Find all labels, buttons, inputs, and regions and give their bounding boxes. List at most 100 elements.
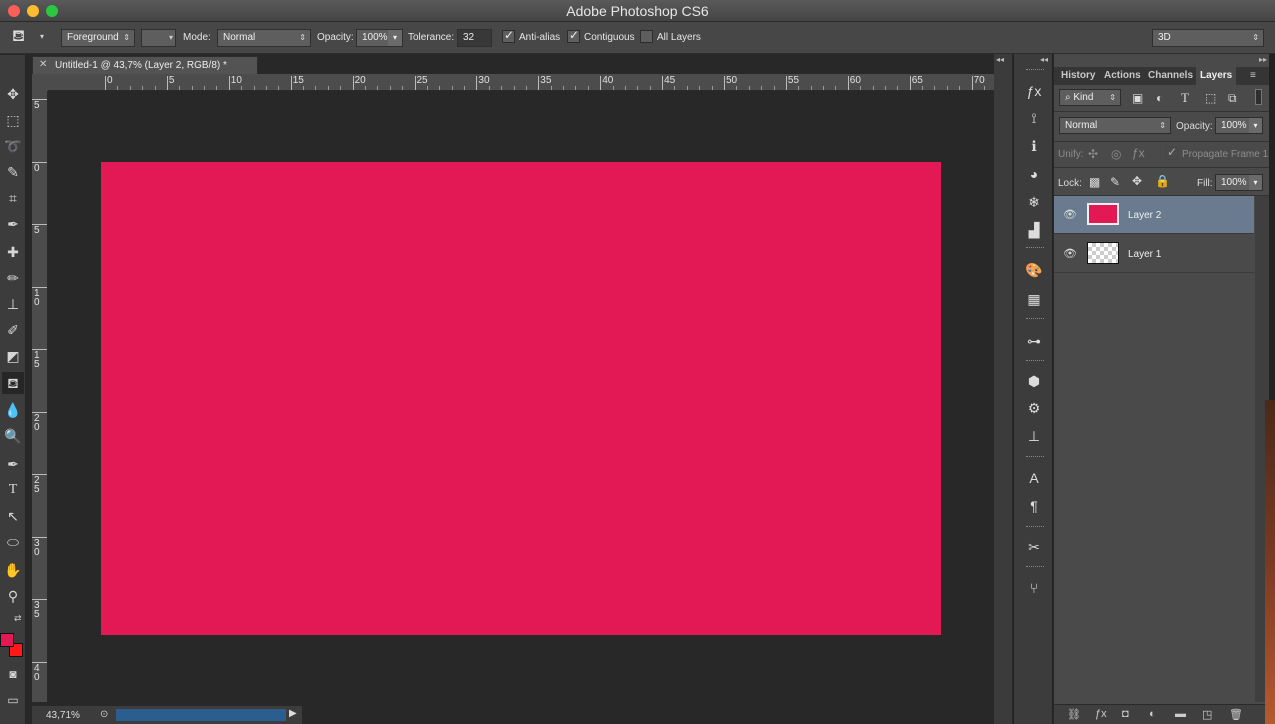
- dock-grip[interactable]: [1026, 247, 1044, 250]
- history-brush-tool-icon[interactable]: ✐: [2, 319, 24, 341]
- tab-channels[interactable]: Channels: [1148, 70, 1193, 81]
- tab-layers[interactable]: Layers: [1196, 67, 1237, 85]
- swatches-icon[interactable]: 🎨: [1023, 259, 1045, 281]
- paragraph-icon[interactable]: ¶: [1023, 495, 1045, 517]
- all-layers-checkbox[interactable]: [640, 30, 653, 43]
- navigator-icon[interactable]: ◕: [1023, 163, 1045, 185]
- styles-fx-icon[interactable]: ƒx: [1023, 80, 1045, 102]
- dock-grip[interactable]: [1026, 360, 1044, 363]
- paint-bucket-tool-preset-icon[interactable]: ⛾: [12, 27, 25, 47]
- paths-icon[interactable]: ⟟: [1023, 107, 1045, 129]
- expand-arrows-icon[interactable]: ◂◂: [1040, 55, 1048, 64]
- layer-fill-field[interactable]: 100% ▾: [1215, 174, 1263, 191]
- lock-all-icon[interactable]: 🔒: [1155, 174, 1170, 188]
- swap-colors-icon[interactable]: ⇄: [14, 613, 22, 624]
- brush-tool-icon[interactable]: ✏: [2, 267, 24, 289]
- chevron-down-icon[interactable]: ▾: [388, 30, 402, 46]
- crop-tool-icon[interactable]: ⌗: [2, 187, 24, 209]
- dock-grip[interactable]: [1026, 456, 1044, 459]
- filter-shape-icon[interactable]: ⬚: [1205, 91, 1216, 105]
- pattern-picker[interactable]: ▾: [141, 29, 176, 47]
- new-layer-icon[interactable]: ◳: [1202, 708, 1212, 721]
- contiguous-checkbox[interactable]: [567, 28, 580, 43]
- play-arrow-icon[interactable]: ▶: [289, 708, 297, 719]
- paint-bucket-tool-icon[interactable]: ⛾: [2, 372, 24, 394]
- tool-presets-icon[interactable]: ✂: [1023, 536, 1045, 558]
- clone-stamp-tool-icon[interactable]: ⊥: [2, 293, 24, 315]
- histogram-icon[interactable]: ▟: [1023, 219, 1045, 241]
- dodge-tool-icon[interactable]: 🔍: [2, 425, 24, 447]
- blur-tool-icon[interactable]: 💧: [2, 399, 24, 421]
- close-icon[interactable]: ✕: [39, 59, 47, 70]
- mode-select[interactable]: Normal ⇕: [217, 29, 311, 47]
- dock-grip[interactable]: [1026, 318, 1044, 321]
- ellipse-tool-icon[interactable]: ⬭: [2, 531, 24, 553]
- layer-style-icon[interactable]: ƒx: [1095, 708, 1107, 720]
- eye-icon[interactable]: 👁: [1063, 208, 1077, 221]
- filter-adjustment-icon[interactable]: ◐: [1156, 91, 1163, 105]
- adjustments-icon[interactable]: ⊶: [1023, 330, 1045, 352]
- adjustment-layer-icon[interactable]: ◐: [1149, 708, 1156, 720]
- document-tab[interactable]: ✕ Untitled-1 @ 43,7% (Layer 2, RGB/8) *: [32, 56, 258, 74]
- ruler-origin[interactable]: [32, 74, 48, 91]
- eraser-tool-icon[interactable]: ◩: [2, 345, 24, 367]
- dock-grip[interactable]: [1026, 526, 1044, 529]
- chevron-down-icon[interactable]: ▾: [1249, 118, 1262, 133]
- horizontal-ruler[interactable]: 0 5 10 15 20 25 30 35 40 45 50 55 60 65 70: [48, 74, 994, 91]
- collapse-arrows-icon[interactable]: ▸▸: [1259, 55, 1267, 64]
- screen-mode-icon[interactable]: ▭: [2, 689, 24, 711]
- 3d-icon[interactable]: ⬢: [1023, 370, 1045, 392]
- blend-mode-select[interactable]: Normal ⇕: [1059, 117, 1171, 134]
- character-icon[interactable]: A: [1023, 467, 1045, 489]
- lock-transparent-icon[interactable]: ▩: [1089, 175, 1100, 189]
- quick-mask-icon[interactable]: ◙: [2, 663, 24, 685]
- dock-grip[interactable]: [1026, 69, 1044, 72]
- workspace-select[interactable]: 3D ⇕: [1152, 29, 1264, 47]
- chevron-down-icon[interactable]: ▾: [1249, 175, 1262, 190]
- lasso-tool-icon[interactable]: ➰: [2, 135, 24, 157]
- brush-presets-icon[interactable]: ❄: [1023, 191, 1045, 213]
- properties-icon[interactable]: ⚙: [1023, 397, 1045, 419]
- pen-tool-icon[interactable]: ✒: [2, 453, 24, 475]
- zoom-tool-icon[interactable]: ⚲: [2, 585, 24, 607]
- clone-source-icon[interactable]: ⊥: [1023, 425, 1045, 447]
- panel-menu-icon[interactable]: ≡: [1250, 70, 1256, 81]
- marquee-tool-icon[interactable]: ⬚: [2, 109, 24, 131]
- layer-name[interactable]: Layer 1: [1128, 249, 1161, 260]
- info-icon[interactable]: ℹ: [1023, 135, 1045, 157]
- propagate-frame-checkbox[interactable]: [1165, 145, 1178, 160]
- filter-toggle[interactable]: [1255, 89, 1262, 105]
- path-selection-tool-icon[interactable]: ↖: [2, 505, 24, 527]
- eye-icon[interactable]: 👁: [1063, 247, 1077, 260]
- quick-selection-tool-icon[interactable]: ✎: [2, 161, 24, 183]
- add-mask-icon[interactable]: ◘: [1122, 708, 1129, 720]
- tolerance-field[interactable]: 32: [457, 29, 492, 47]
- zoom-level[interactable]: 43,71%: [46, 710, 80, 721]
- filter-type-icon[interactable]: T: [1181, 90, 1189, 106]
- lock-pixels-icon[interactable]: ✎: [1110, 175, 1120, 189]
- tab-history[interactable]: History: [1061, 70, 1095, 81]
- type-tool-icon[interactable]: T: [2, 479, 24, 501]
- healing-brush-tool-icon[interactable]: ✚: [2, 241, 24, 263]
- antialias-checkbox[interactable]: [502, 28, 515, 43]
- filter-pixel-icon[interactable]: ▣: [1132, 91, 1143, 105]
- trash-icon[interactable]: 🗑: [1229, 708, 1243, 721]
- link-layers-icon[interactable]: ⛓: [1067, 708, 1081, 721]
- layer-opacity-field[interactable]: 100% ▾: [1215, 117, 1263, 134]
- filter-smart-object-icon[interactable]: ⧉: [1228, 91, 1237, 106]
- hand-tool-icon[interactable]: ✋: [2, 559, 24, 581]
- brush-icon[interactable]: ⑂: [1023, 577, 1045, 599]
- unify-visibility-icon[interactable]: ◎: [1111, 147, 1121, 161]
- filter-kind-select[interactable]: ⌕ Kind ⇕: [1059, 89, 1121, 106]
- unify-position-icon[interactable]: ✣: [1088, 147, 1098, 161]
- unify-style-icon[interactable]: ƒx: [1132, 146, 1145, 160]
- dock-grip[interactable]: [1026, 566, 1044, 569]
- move-tool-icon[interactable]: ✥: [2, 83, 24, 105]
- layer-name[interactable]: Layer 2: [1128, 210, 1161, 221]
- layer-row[interactable]: 👁 Layer 2: [1054, 196, 1254, 234]
- opacity-field[interactable]: 100% ▾: [356, 29, 403, 47]
- document-info-icon[interactable]: ⊙: [100, 709, 108, 720]
- fill-source-select[interactable]: Foreground ⇕: [61, 29, 135, 47]
- color-grid-icon[interactable]: ▦: [1023, 288, 1045, 310]
- layer-row[interactable]: 👁 Layer 1: [1054, 235, 1254, 273]
